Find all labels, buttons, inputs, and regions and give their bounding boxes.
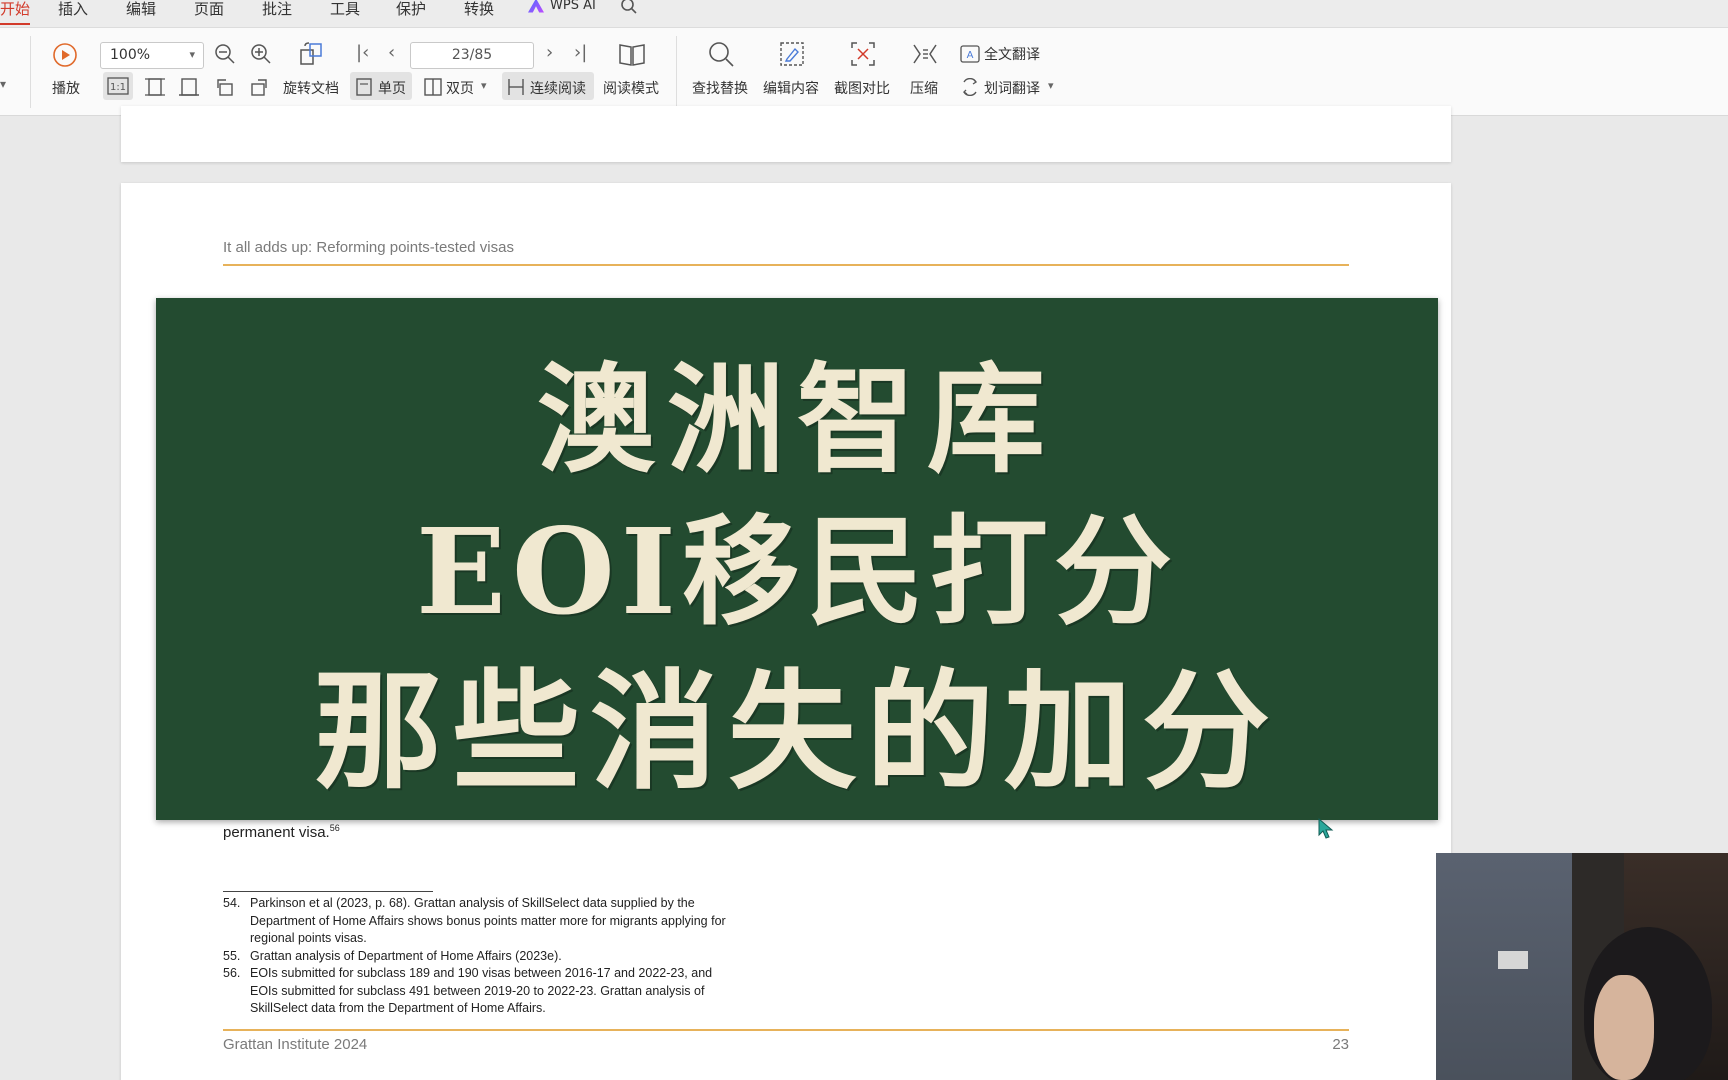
body-text: permanent visa.56: [223, 823, 340, 841]
footnote-rule: [223, 891, 433, 892]
search-icon[interactable]: [620, 0, 638, 15]
fit-width-icon[interactable]: [178, 76, 200, 98]
continuous-reading-label: 连续阅读: [530, 81, 586, 97]
footnote-text: Parkinson et al (2023, p. 68). Grattan a…: [250, 896, 726, 945]
running-head: It all adds up: Reforming points-tested …: [223, 239, 514, 256]
zoom-value: 100%: [110, 47, 151, 63]
wps-ai-icon: [528, 0, 544, 13]
previous-page: [121, 106, 1451, 162]
zoom-select[interactable]: 100% ▾: [100, 42, 204, 69]
title-banner: 澳洲智库 EOI移民打分 那些消失的加分: [156, 298, 1438, 820]
next-page-icon[interactable]: ›: [546, 42, 553, 63]
banner-title-line2: EOI移民打分: [416, 502, 1178, 641]
svg-text:A: A: [967, 50, 974, 61]
chevron-down-icon: ▾: [189, 48, 195, 61]
find-replace-icon[interactable]: [707, 40, 735, 68]
zoom-in-icon[interactable]: [250, 43, 272, 65]
edit-content-label[interactable]: 编辑内容: [763, 78, 819, 98]
compress-label[interactable]: 压缩: [910, 78, 938, 98]
footer-rule: [223, 1029, 1349, 1031]
toolbar-divider: [676, 36, 677, 108]
word-translate-icon[interactable]: [960, 78, 980, 96]
menu-page[interactable]: 页面: [194, 0, 224, 19]
chevron-down-icon[interactable]: ▾: [1048, 79, 1054, 92]
toolbar-left-dropdown-icon[interactable]: ▾: [0, 77, 6, 91]
actual-size-icon: 1:1: [107, 76, 129, 96]
footnote-number: 54.: [223, 896, 241, 910]
double-page-icon[interactable]: [424, 78, 442, 96]
footer-publisher: Grattan Institute 2024: [223, 1036, 368, 1053]
footnote-item: 56. EOIs submitted for subclass 189 and …: [223, 965, 743, 1018]
webcam-overlay: [1436, 853, 1728, 1080]
menu-convert[interactable]: 转换: [464, 0, 494, 19]
footnote-item: 54. Parkinson et al (2023, p. 68). Gratt…: [223, 895, 743, 948]
single-page-icon: [356, 78, 372, 96]
toolbar-divider: [30, 36, 31, 108]
menu-protect[interactable]: 保护: [396, 0, 426, 19]
banner-title-line1: 澳洲智库: [536, 350, 1057, 489]
toolbar: ▾ 播放 100% ▾ |‹ ‹ 23/85 › ›| 1:1 旋转文档 单页 …: [0, 28, 1728, 116]
first-page-icon[interactable]: |‹: [356, 42, 369, 63]
menu-edit[interactable]: 编辑: [126, 0, 156, 19]
full-translate-label[interactable]: 全文翻译: [984, 44, 1040, 64]
webcam-wall-note: [1498, 951, 1528, 969]
zoom-out-icon[interactable]: [214, 43, 236, 65]
menu-start[interactable]: 开始: [0, 0, 31, 25]
play-label[interactable]: 播放: [52, 78, 80, 98]
play-icon[interactable]: [52, 42, 78, 68]
screenshot-compare-label[interactable]: 截图对比: [834, 78, 890, 98]
footnote-number: 55.: [223, 948, 241, 963]
double-page-label[interactable]: 双页: [446, 78, 474, 98]
footnote-text: EOIs submitted for subclass 189 and 190 …: [250, 966, 713, 1015]
full-translate-icon[interactable]: A: [960, 45, 980, 63]
menu-annotate[interactable]: 批注: [262, 0, 292, 19]
prev-page-icon[interactable]: ‹: [388, 42, 395, 63]
mouse-cursor-icon: [1318, 817, 1336, 844]
last-page-icon[interactable]: ›|: [574, 42, 587, 63]
footnote-number: 56.: [223, 966, 241, 980]
actual-size-button[interactable]: 1:1: [103, 72, 133, 100]
webcam-person-face: [1594, 975, 1654, 1080]
svg-text:1:1: 1:1: [110, 82, 126, 93]
header-rule: [223, 264, 1349, 266]
rotate-left-icon[interactable]: [214, 76, 236, 98]
footnote-text: Grattan analysis of Department of Home A…: [250, 948, 562, 963]
page-number-input[interactable]: 23/85: [410, 42, 534, 69]
reading-mode-label[interactable]: 阅读模式: [603, 78, 659, 98]
word-translate-label[interactable]: 划词翻译: [984, 78, 1040, 98]
single-page-label: 单页: [378, 81, 406, 97]
rotate-document-label[interactable]: 旋转文档: [283, 78, 339, 98]
continuous-reading-icon: [507, 78, 525, 96]
rotate-right-icon[interactable]: [248, 76, 270, 98]
compress-icon[interactable]: [911, 40, 939, 68]
wps-ai-button[interactable]: WPS AI: [528, 0, 596, 13]
footnotes: 54. Parkinson et al (2023, p. 68). Gratt…: [223, 895, 743, 1018]
rotate-document-icon[interactable]: [298, 41, 324, 67]
screenshot-compare-icon[interactable]: [849, 40, 877, 68]
menu-bar: 开始 插入 编辑 页面 批注 工具 保护 转换 WPS AI: [0, 0, 1728, 28]
menu-insert[interactable]: 插入: [58, 0, 88, 19]
banner-title-line3: 那些消失的加分: [313, 657, 1280, 807]
edit-content-icon[interactable]: [778, 40, 806, 68]
footer-page-number: 23: [1332, 1036, 1349, 1053]
body-footnote-ref: 56: [329, 823, 340, 833]
footnote-item: 55. Grattan analysis of Department of Ho…: [223, 948, 743, 966]
menu-tools[interactable]: 工具: [330, 0, 360, 19]
find-replace-label[interactable]: 查找替换: [692, 78, 748, 98]
chevron-down-icon[interactable]: ▾: [481, 79, 487, 92]
fit-page-icon[interactable]: [144, 76, 166, 98]
wps-ai-label: WPS AI: [550, 0, 596, 13]
body-text-content: permanent visa.: [223, 824, 330, 841]
reading-mode-icon[interactable]: [618, 41, 646, 67]
